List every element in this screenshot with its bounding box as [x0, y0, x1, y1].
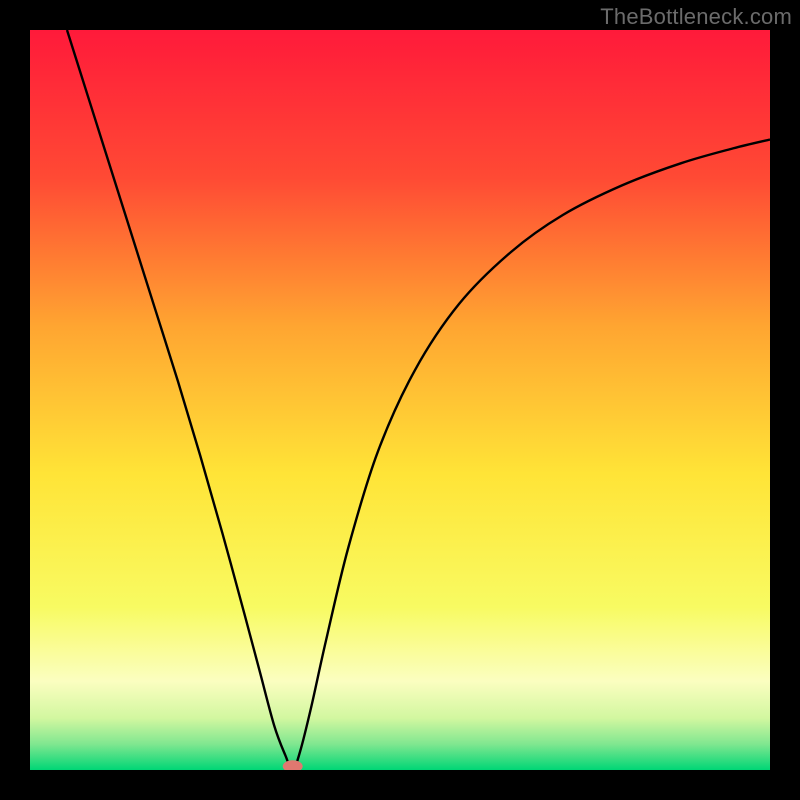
watermark-text: TheBottleneck.com [600, 4, 792, 30]
chart-svg [30, 30, 770, 770]
chart-frame: TheBottleneck.com [0, 0, 800, 800]
plot-area [30, 30, 770, 770]
